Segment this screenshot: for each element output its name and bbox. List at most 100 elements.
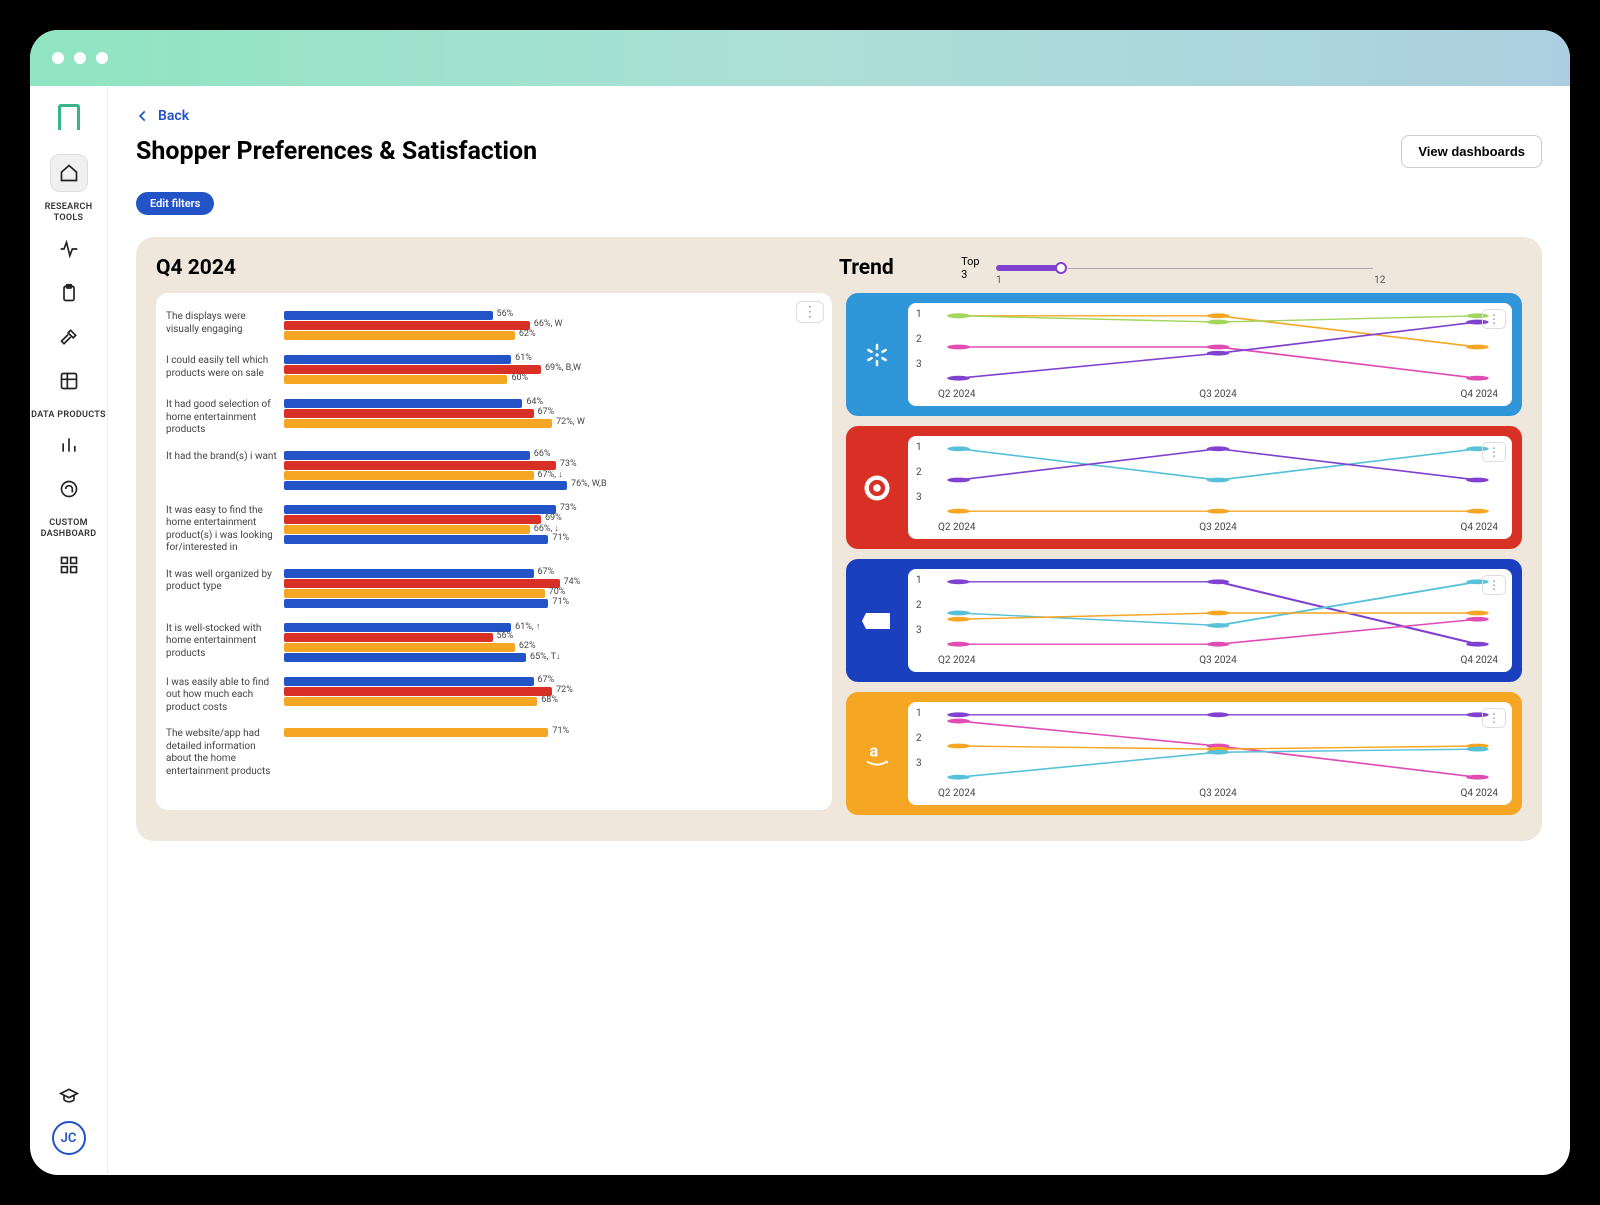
bar-row: It was easy to find the home entertainme…: [166, 505, 816, 555]
bar-value-label: 71%: [552, 597, 569, 607]
bar-segment: 72%, W: [284, 419, 552, 428]
bar-row-label: It had good selection of home entertainm…: [166, 399, 284, 437]
card-menu-icon[interactable]: ⋮: [1482, 575, 1506, 595]
bar-segment: 71%: [284, 535, 548, 544]
window-control-dot[interactable]: [96, 52, 108, 64]
bar-row-label: The website/app had detailed information…: [166, 728, 284, 778]
user-avatar[interactable]: JC: [52, 1121, 86, 1155]
trend-plot: ⋮123Q2 2024Q3 2024Q4 2024: [908, 436, 1512, 539]
trend-card-target: ⋮123Q2 2024Q3 2024Q4 2024: [846, 426, 1522, 549]
bar-segment: 67%: [284, 409, 534, 418]
window-titlebar: [30, 30, 1570, 86]
card-menu-icon[interactable]: ⋮: [1482, 442, 1506, 462]
bar-row: It is well-stocked with home entertainme…: [166, 623, 816, 663]
bar-value-label: 60%: [511, 373, 528, 383]
bar-segment: 64%: [284, 399, 522, 408]
card-menu-icon[interactable]: ⋮: [1482, 708, 1506, 728]
bar-row: It had the brand(s) i want66%73%67%, ↓76…: [166, 451, 816, 491]
bar-row-label: I was easily able to find out how much e…: [166, 677, 284, 715]
bar-segment: 69%, B,W: [284, 365, 541, 374]
bar-row-label: I could easily tell which products were …: [166, 355, 284, 380]
bar-value-label: 56%: [497, 309, 514, 319]
bar-value-label: 76%, W,B: [571, 479, 607, 489]
bar-segment: 74%: [284, 579, 560, 588]
edit-filters-button[interactable]: Edit filters: [136, 192, 214, 215]
bar-segment: 73%: [284, 461, 556, 470]
x-axis-label: Q3 2024: [1199, 788, 1236, 799]
x-axis-label: Q2 2024: [938, 522, 975, 533]
trend-plot: ⋮123Q2 2024Q3 2024Q4 2024: [908, 303, 1512, 406]
bar-segment: 67%, ↓: [284, 471, 534, 480]
bar-value-label: 70%: [549, 587, 566, 597]
bar-segment: 56%: [284, 311, 493, 320]
bestbuy-logo-icon: [856, 569, 898, 672]
bar-segment: 73%: [284, 505, 556, 514]
bar-segment: 67%: [284, 569, 534, 578]
walmart-logo-icon: [856, 303, 898, 406]
nav-hammer-icon[interactable]: [50, 318, 88, 356]
bar-row: It was well organized by product type67%…: [166, 569, 816, 609]
nav-barchart-icon[interactable]: [50, 426, 88, 464]
bar-value-label: 56%: [497, 631, 514, 641]
nav-section-label: DATA PRODUCTS: [31, 410, 106, 421]
app-logo-icon: [58, 104, 80, 130]
target-logo-icon: [856, 436, 898, 539]
nav-home-icon[interactable]: [50, 154, 88, 192]
trend-card-amazon: a⋮123Q2 2024Q3 2024Q4 2024: [846, 692, 1522, 815]
trend-plot: ⋮123Q2 2024Q3 2024Q4 2024: [908, 569, 1512, 672]
bar-segment: 66%, W: [284, 321, 530, 330]
trend-plot: ⋮123Q2 2024Q3 2024Q4 2024: [908, 702, 1512, 805]
bar-segment: 70%: [284, 589, 545, 598]
bar-row: The displays were visually engaging56%66…: [166, 311, 816, 341]
nav-activity-icon[interactable]: [50, 230, 88, 268]
nav-clipboard-icon[interactable]: [50, 274, 88, 312]
window-control-dot[interactable]: [52, 52, 64, 64]
nav-grid-icon[interactable]: [50, 362, 88, 400]
sidebar: RESEARCH TOOLS DATA PRODUCTS CUSTOM DASH…: [30, 86, 108, 1175]
bar-value-label: 67%, ↓: [538, 469, 563, 480]
bar-value-label: 67%: [538, 407, 555, 417]
x-axis-label: Q3 2024: [1199, 655, 1236, 666]
bar-value-label: 66%, W: [534, 319, 563, 329]
top-n-slider[interactable]: 1 12: [996, 265, 1063, 271]
x-axis-label: Q2 2024: [938, 788, 975, 799]
bar-segment: 66%, ↓: [284, 525, 530, 534]
bar-row-label: It was well organized by product type: [166, 569, 284, 594]
nav-dashboard-icon[interactable]: [50, 546, 88, 584]
bar-value-label: 61%, ↑: [515, 621, 540, 632]
bar-segment: 56%: [284, 633, 493, 642]
card-menu-icon[interactable]: ⋮: [1482, 309, 1506, 329]
bar-value-label: 62%: [519, 329, 536, 339]
bar-segment: 61%, ↑: [284, 623, 511, 632]
quarter-title: Q4 2024: [156, 256, 839, 280]
slider-label: Top 3: [961, 255, 986, 281]
bar-value-label: 69%, B,W: [545, 363, 581, 373]
bar-row: I could easily tell which products were …: [166, 355, 816, 385]
amazon-logo-icon: a: [856, 702, 898, 805]
bar-row-label: It had the brand(s) i want: [166, 451, 284, 464]
nav-learn-icon[interactable]: [50, 1077, 88, 1115]
bar-segment: 60%: [284, 375, 507, 384]
bar-value-label: 65%, T↓: [530, 651, 560, 662]
nav-fingerprint-icon[interactable]: [50, 470, 88, 508]
bar-segment: 65%, T↓: [284, 653, 526, 662]
bar-value-label: 61%: [515, 353, 532, 363]
x-axis-label: Q4 2024: [1461, 655, 1498, 666]
x-axis-label: Q3 2024: [1199, 522, 1236, 533]
card-menu-icon[interactable]: ⋮: [796, 301, 824, 323]
x-axis-label: Q4 2024: [1461, 788, 1498, 799]
trend-card-bestbuy: ⋮123Q2 2024Q3 2024Q4 2024: [846, 559, 1522, 682]
x-axis-label: Q4 2024: [1461, 522, 1498, 533]
x-axis-label: Q3 2024: [1199, 389, 1236, 400]
back-link[interactable]: Back: [136, 108, 189, 124]
nav-section-label: RESEARCH TOOLS: [30, 202, 107, 224]
bar-value-label: 67%: [538, 675, 555, 685]
view-dashboards-button[interactable]: View dashboards: [1401, 135, 1542, 168]
bar-value-label: 62%: [519, 641, 536, 651]
bar-value-label: 71%: [552, 726, 569, 736]
bar-value-label: 73%: [560, 503, 577, 513]
bar-value-label: 73%: [560, 459, 577, 469]
window-control-dot[interactable]: [74, 52, 86, 64]
bar-value-label: 64%: [526, 397, 543, 407]
trend-title: Trend: [839, 256, 935, 280]
